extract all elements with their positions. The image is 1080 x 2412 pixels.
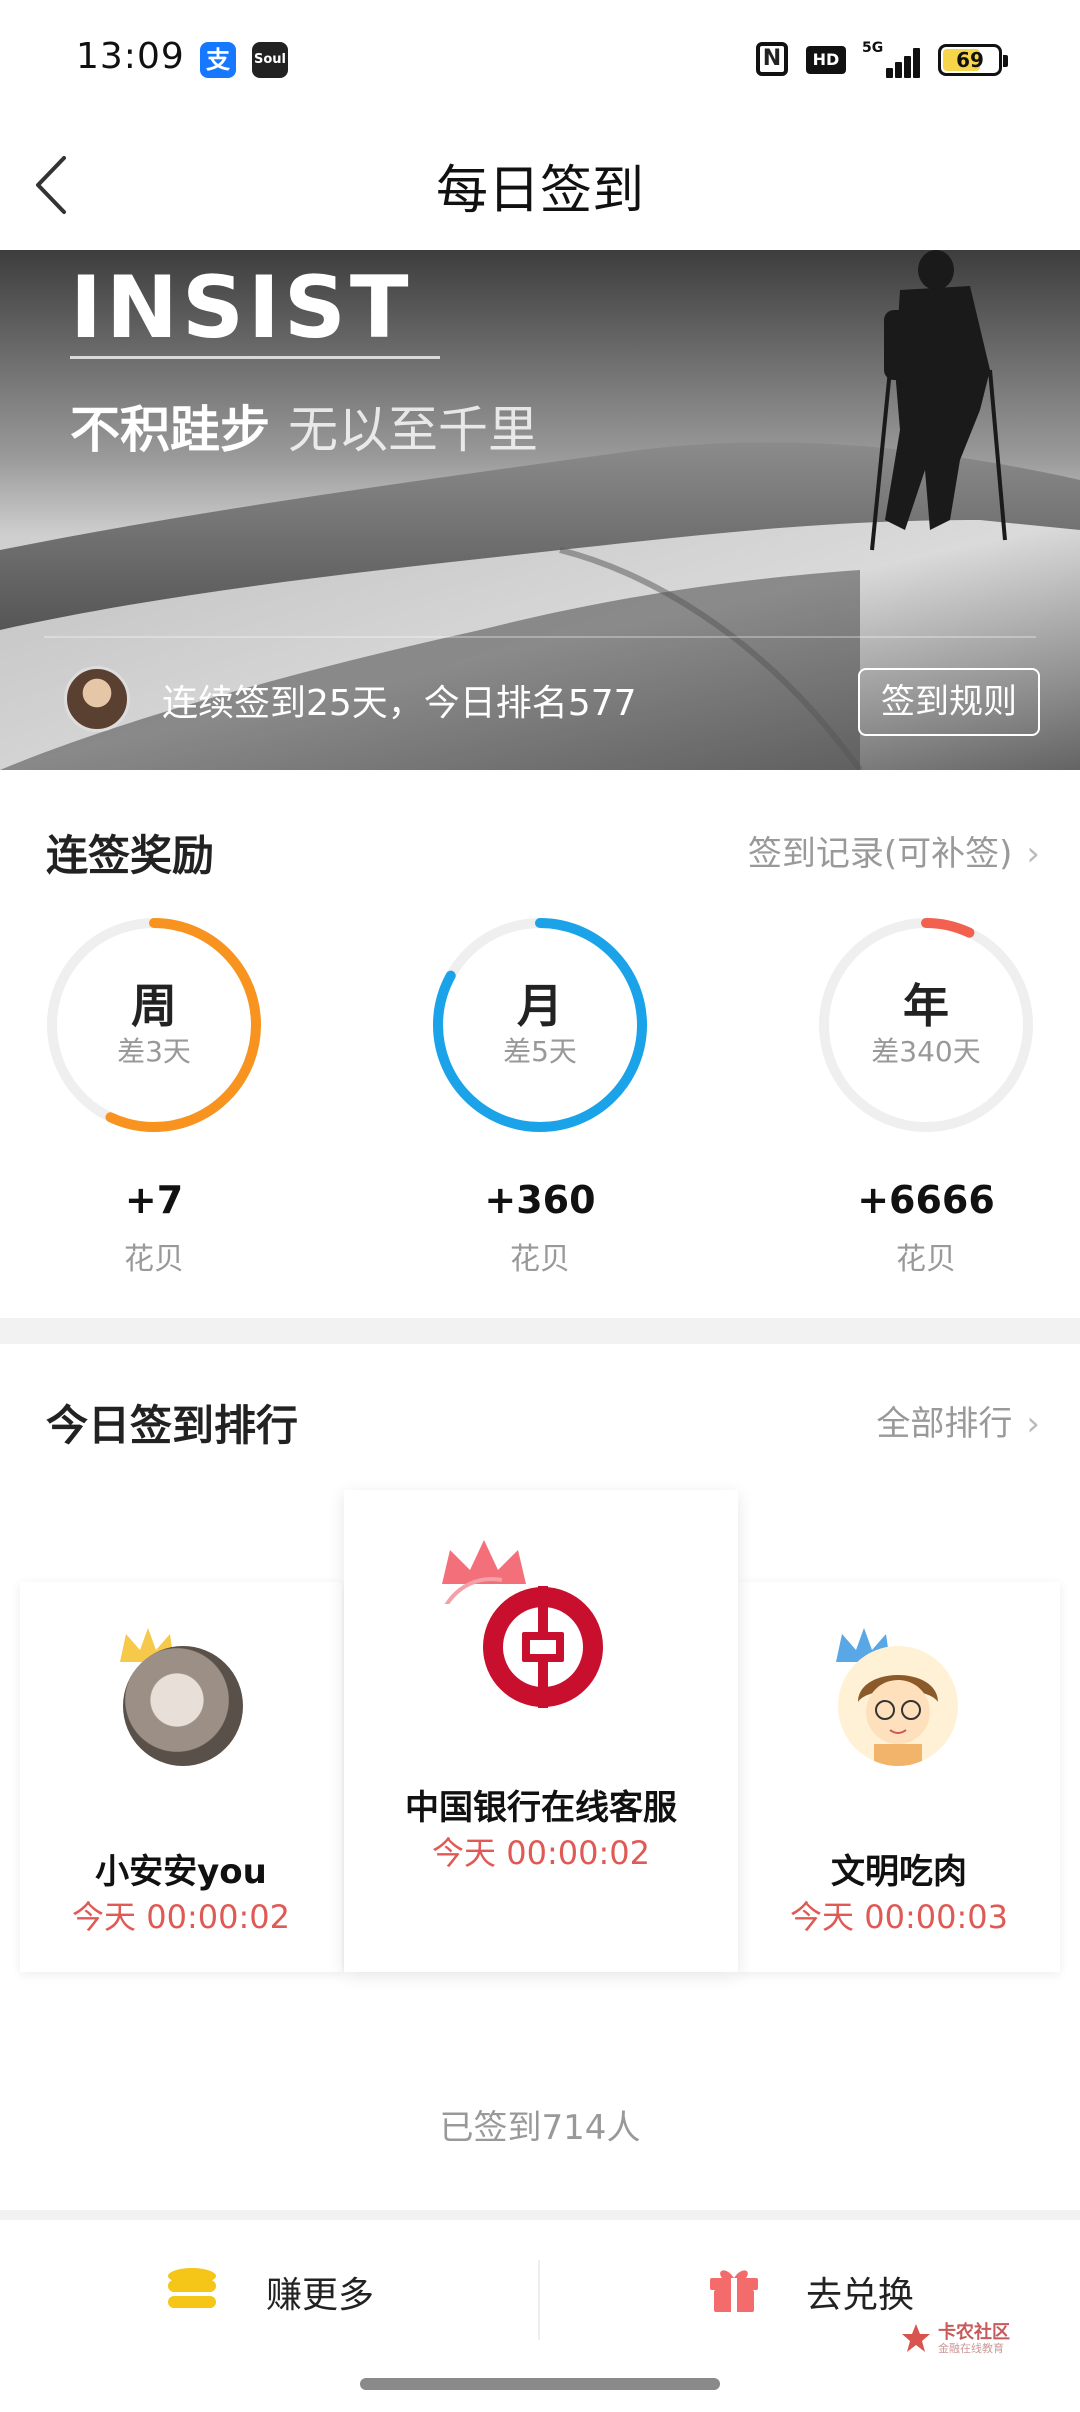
rank-user-time: 今天 00:00:02	[72, 1898, 290, 1936]
record-link-label: 签到记录(可补签)	[747, 834, 1013, 874]
ring-period: 周	[131, 979, 177, 1033]
all-ranking-label: 全部排行	[876, 1404, 1013, 1444]
nfc-icon: N	[756, 42, 788, 76]
watermark-logo-icon	[902, 2324, 930, 2352]
redeem-label: 去兑换	[806, 2275, 915, 2316]
avatar	[838, 1646, 958, 1766]
ring-unit: 花贝	[510, 1242, 570, 1277]
banner-title: INSIST	[70, 258, 413, 358]
soul-icon: Soul	[252, 42, 288, 78]
chevron-right-icon: ›	[1026, 1404, 1040, 1444]
status-bar: 13:09 支 Soul N HD 5G 69	[0, 0, 1080, 120]
streak-text: 连续签到25天，今日排名577	[162, 683, 637, 724]
bottom-divider	[538, 2260, 540, 2340]
reward-month[interactable]: 月 差5天 +360 花贝	[410, 910, 670, 1290]
rewards-title: 连签奖励	[46, 831, 215, 880]
ring-reward: +7	[124, 1178, 184, 1222]
reward-week[interactable]: 周 差3天 +7 花贝	[24, 910, 284, 1290]
slogan-strong: 不积跬步	[70, 401, 270, 459]
status-time: 13:09	[76, 36, 185, 77]
cartoon-avatar-icon	[838, 1646, 958, 1766]
network-type: 5G	[862, 40, 884, 56]
ring-reward: +360	[484, 1178, 596, 1222]
bank-logo-icon	[483, 1586, 603, 1708]
rank-user-time: 今天 00:00:03	[790, 1898, 1008, 1936]
banner: INSIST 不积跬步 无以至千里 连续签到25天，今日排名577 签到规则	[0, 250, 1080, 770]
page-title: 每日签到	[435, 161, 644, 221]
bank-of-china-logo	[478, 1582, 608, 1712]
ring-period: 月	[517, 979, 563, 1033]
earn-more-label: 赚更多	[266, 2275, 375, 2316]
avatar[interactable]	[64, 666, 130, 732]
chevron-right-icon: ›	[1026, 834, 1040, 874]
rank-card-first[interactable]: 中国银行在线客服 今天 00:00:02	[344, 1490, 738, 1972]
rank-card-third[interactable]: 文明吃肉 今天 00:00:03	[738, 1582, 1060, 1972]
hd-icon: HD	[806, 46, 846, 74]
checked-in-count: 已签到714人	[439, 2108, 641, 2148]
rank-user-time: 今天 00:00:02	[432, 1834, 650, 1872]
signal-icon: 5G	[862, 40, 922, 78]
earn-more-button[interactable]: 赚更多	[166, 2250, 426, 2330]
section-divider	[0, 1318, 1080, 1344]
ranking-header: 今日签到排行 全部排行 ›	[0, 1392, 1080, 1482]
reward-year[interactable]: 年 差340天 +6666 花贝	[796, 910, 1056, 1290]
rules-button[interactable]: 签到规则	[858, 668, 1040, 736]
rank-user-name: 文明吃肉	[831, 1852, 967, 1892]
banner-slogan: 不积跬步 无以至千里	[70, 390, 538, 462]
battery-icon: 69	[938, 44, 1008, 76]
watermark-sub: 金融在线教育	[938, 2342, 1004, 2355]
rank-user-name: 小安安you	[95, 1852, 267, 1892]
rank-user-name: 中国银行在线客服	[405, 1788, 677, 1828]
ring-remaining: 差340天	[871, 1035, 981, 1068]
alipay-icon: 支	[200, 42, 236, 78]
gift-icon	[710, 2270, 758, 2312]
banner-underline	[70, 356, 440, 359]
nav-header: 每日签到	[0, 120, 1080, 250]
slogan-rest: 无以至千里	[288, 401, 538, 459]
record-link[interactable]: 签到记录(可补签) ›	[748, 826, 1040, 875]
ranking-title: 今日签到排行	[46, 1401, 299, 1450]
ring-period: 年	[903, 979, 949, 1033]
banner-divider	[44, 636, 1036, 638]
rank-card-second[interactable]: 小安安you 今天 00:00:02	[20, 1582, 342, 1972]
ring-remaining: 差5天	[503, 1035, 577, 1068]
watermark: 卡农社区 金融在线教育	[900, 2318, 1050, 2358]
rewards-header: 连签奖励 签到记录(可补签) ›	[0, 822, 1080, 912]
all-ranking-link[interactable]: 全部排行 ›	[876, 1396, 1040, 1445]
ring-remaining: 差3天	[117, 1035, 191, 1068]
reward-rings: 周 差3天 +7 花贝 月 差5天 +360 花贝 年 差340天 +6666 …	[0, 910, 1080, 1290]
home-indicator[interactable]	[360, 2378, 720, 2390]
coins-icon	[168, 2268, 216, 2308]
ring-unit: 花贝	[896, 1242, 956, 1277]
avatar	[123, 1646, 243, 1766]
ring-unit: 花贝	[124, 1242, 184, 1277]
ring-reward: +6666	[857, 1178, 995, 1222]
battery-level: 69	[956, 48, 984, 72]
